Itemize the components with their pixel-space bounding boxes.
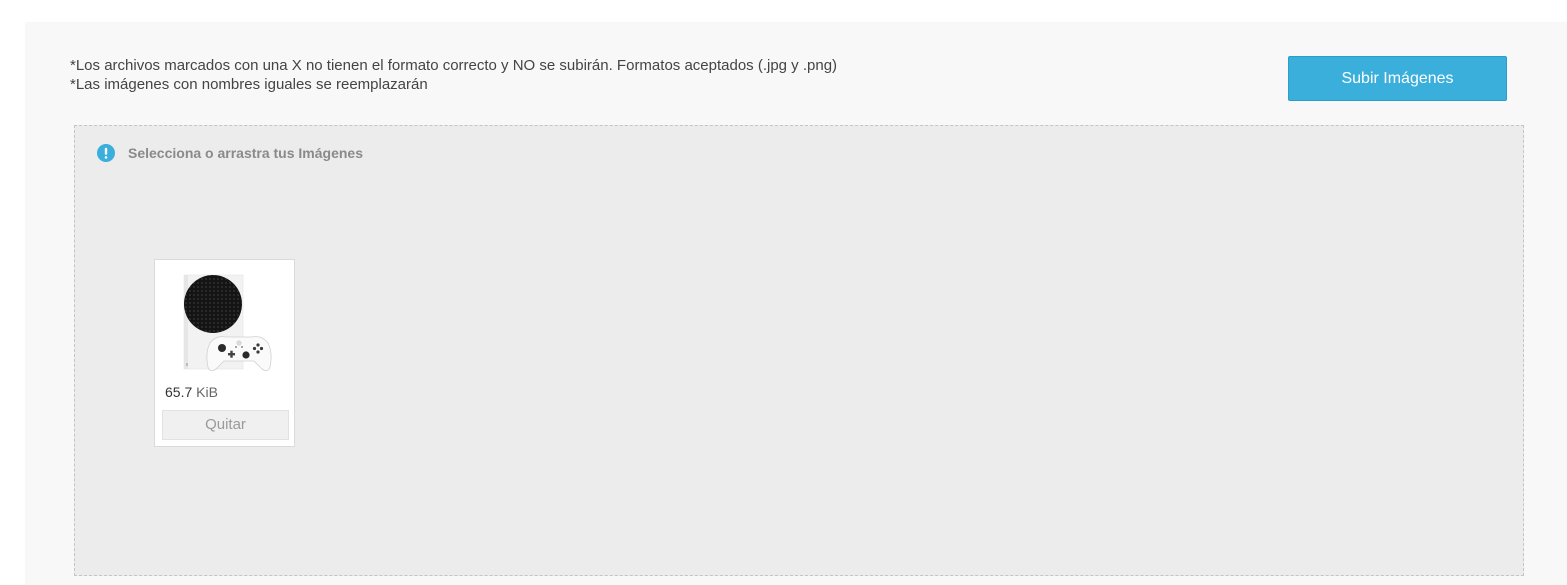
replace-note: *Las imágenes con nombres iguales se ree… [70,76,428,93]
format-note: *Los archivos marcados con una X no tien… [70,57,838,74]
remove-file-button[interactable]: Quitar [162,410,289,440]
upload-images-button[interactable]: Subir Imágenes [1288,56,1507,101]
dropzone-hint-text: Selecciona o arrastra tus Imágenes [128,145,363,161]
upload-notes: *Los archivos marcados con una X no tien… [70,56,837,94]
file-size-value: 65.7 [165,384,193,400]
file-thumbnail [164,269,286,377]
dropzone-hint: Selecciona o arrastra tus Imágenes [97,144,363,162]
file-size: 65.7 KiB [165,384,218,400]
file-preview-card: 65.7 KiB Quitar [154,259,295,447]
image-dropzone[interactable]: Selecciona o arrastra tus Imágenes 65.7 … [74,125,1524,576]
info-icon [97,144,115,162]
file-size-unit: KiB [196,384,218,400]
upload-panel: *Los archivos marcados con una X no tien… [25,22,1567,585]
